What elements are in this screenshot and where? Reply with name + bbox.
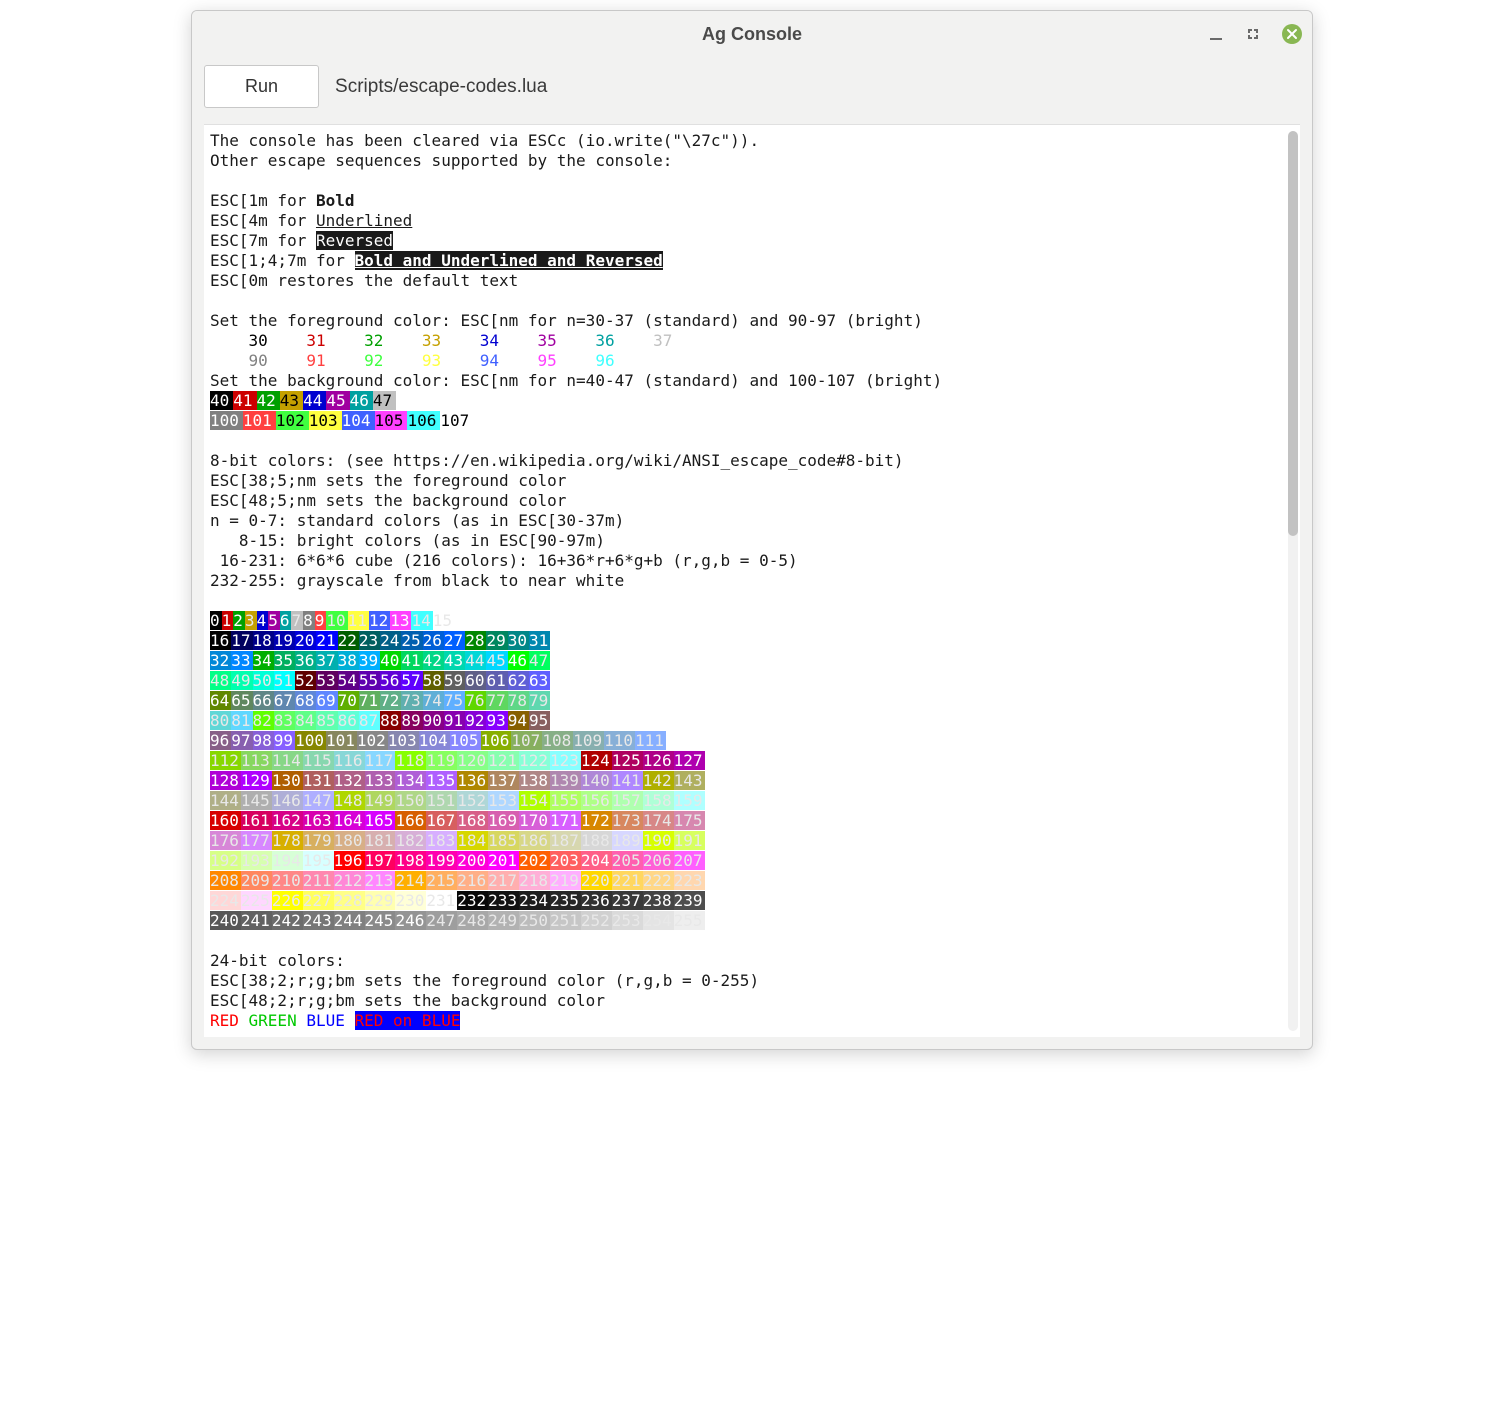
scrollbar[interactable] <box>1288 131 1298 1031</box>
titlebar: Ag Console <box>192 11 1312 57</box>
window-title: Ag Console <box>702 24 802 45</box>
close-icon[interactable] <box>1282 24 1302 44</box>
console-output: The console has been cleared via ESCc (i… <box>210 131 1300 1031</box>
toolbar: Run Scripts/escape-codes.lua <box>192 57 1312 124</box>
maximize-icon[interactable] <box>1246 27 1260 41</box>
script-path: Scripts/escape-codes.lua <box>335 76 547 98</box>
minimize-icon[interactable] <box>1208 26 1224 42</box>
app-window: Ag Console Run Scripts/escape-codes.lua … <box>191 10 1313 1050</box>
scrollbar-thumb[interactable] <box>1288 131 1298 536</box>
window-controls <box>1208 11 1302 57</box>
run-button[interactable]: Run <box>204 65 319 108</box>
console-output-area: The console has been cleared via ESCc (i… <box>204 124 1300 1037</box>
